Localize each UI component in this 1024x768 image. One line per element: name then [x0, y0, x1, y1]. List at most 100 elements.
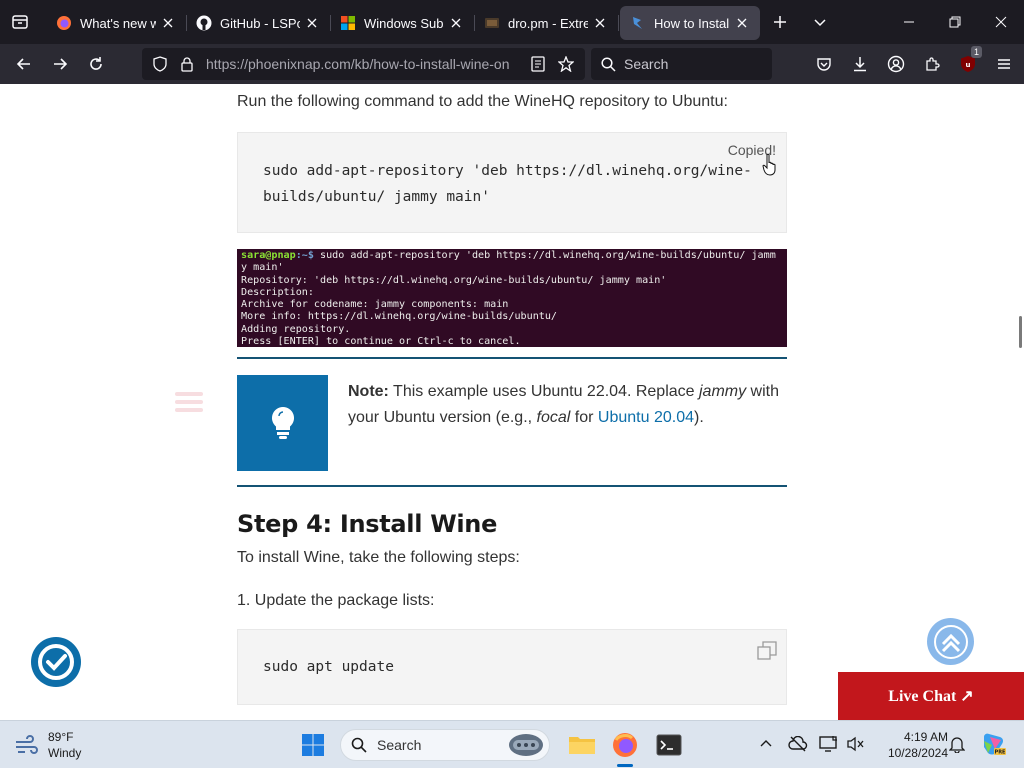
live-chat-button[interactable]: Live Chat ↗: [838, 672, 1024, 720]
minimize-button[interactable]: [886, 0, 932, 44]
tab-whats-new[interactable]: What's new with: [46, 6, 187, 40]
extensions-button[interactable]: [914, 48, 950, 80]
search-highlight-icon: [509, 734, 543, 756]
notifications-button[interactable]: [946, 733, 968, 755]
firefox-view-button[interactable]: [0, 0, 40, 44]
close-icon[interactable]: [160, 15, 176, 31]
puzzle-icon: [926, 57, 940, 71]
weather-widget[interactable]: 89°F Windy: [14, 729, 81, 761]
search-bar[interactable]: Search: [591, 48, 772, 80]
bell-icon: [949, 737, 965, 753]
double-chevron-up-icon: [933, 624, 968, 659]
tracking-protection-icon[interactable]: [146, 56, 174, 72]
account-button[interactable]: [878, 48, 914, 80]
back-arrow-icon: [16, 58, 30, 70]
firefox-view-icon: [12, 15, 28, 29]
pocket-button[interactable]: [806, 48, 842, 80]
url-text[interactable]: https://phoenixnap.com/kb/how-to-install…: [206, 56, 518, 72]
note-fragment: This example uses Ubuntu 22.04. Replace: [388, 383, 699, 400]
code-text[interactable]: sudo add-apt-repository 'deb https://dl.…: [263, 158, 752, 210]
tab-how-to-install-wine[interactable]: How to Install W: [620, 6, 760, 40]
new-tab-button[interactable]: [760, 0, 800, 44]
code-line[interactable]: sudo apt update: [263, 654, 394, 680]
scroll-to-top-button[interactable]: [927, 618, 974, 665]
taskbar-search[interactable]: Search: [340, 729, 550, 761]
terminal-taskbar-button[interactable]: [651, 727, 687, 763]
tab-title: GitHub - LSPose: [220, 15, 300, 31]
file-explorer-button[interactable]: [564, 727, 600, 763]
url-domain: https://phoenixnap.com: [206, 56, 351, 72]
close-icon[interactable]: [304, 15, 320, 31]
scrollbar-thumb[interactable]: [1019, 316, 1022, 348]
code-line: builds/ubuntu/ jammy main': [263, 189, 490, 205]
firefox-taskbar-button[interactable]: [607, 727, 643, 767]
reload-icon: [90, 57, 102, 70]
account-icon: [887, 55, 905, 73]
network-tray-icon[interactable]: [818, 733, 840, 755]
app-menu-button[interactable]: [986, 48, 1022, 80]
copilot-icon: PRE: [984, 733, 1006, 756]
close-icon[interactable]: [592, 15, 608, 31]
pocket-icon: [817, 58, 831, 71]
clock-time: 4:19 AM: [903, 730, 948, 744]
tab-title: dro.pm - Extrem: [508, 15, 588, 31]
list-all-tabs-button[interactable]: [800, 0, 840, 44]
terminal-line: Description:: [241, 286, 314, 298]
table-of-contents-toggle[interactable]: [175, 390, 205, 416]
reader-view-icon[interactable]: [524, 56, 552, 72]
close-window-button[interactable]: [978, 0, 1024, 44]
ubuntu-link[interactable]: Ubuntu 20.04: [598, 409, 694, 426]
start-button[interactable]: [295, 727, 331, 763]
show-hidden-icons-button[interactable]: [755, 733, 777, 755]
folder-icon: [569, 737, 595, 754]
copy-icon[interactable]: [757, 641, 777, 661]
page-viewport[interactable]: Run the following command to add the Win…: [0, 84, 1024, 720]
weather-temperature: 89°F: [48, 730, 74, 744]
terminal-icon: [656, 734, 682, 756]
note-fragment: ).: [693, 409, 704, 426]
svg-text:PRE: PRE: [995, 750, 1006, 756]
tab-windows-subsystem[interactable]: Windows Subsys: [330, 6, 475, 40]
code-block-apt-update[interactable]: sudo apt update: [237, 629, 787, 705]
ublock-button[interactable]: u 1: [950, 46, 986, 80]
bookmark-star-icon[interactable]: [552, 56, 580, 72]
tab-strip: What's new with GitHub - LSPose Windows …: [0, 0, 1024, 44]
cursor-hand-icon: [762, 153, 776, 176]
forward-button[interactable]: [42, 48, 78, 80]
chevron-up-icon: [760, 740, 772, 747]
dro-pm-icon: [485, 18, 499, 28]
downloads-button[interactable]: [842, 48, 878, 80]
close-icon[interactable]: [448, 15, 464, 31]
reload-button[interactable]: [78, 48, 114, 80]
lightbulb-icon: [271, 407, 294, 439]
terminal-screenshot: sara@pnap:~$ sudo add-apt-repository 'de…: [237, 249, 787, 347]
download-icon: [854, 57, 866, 72]
step-1-text: 1. Update the package lists:: [237, 592, 435, 609]
close-icon[interactable]: [734, 15, 750, 31]
terminal-line: Repository: 'deb https://dl.winehq.org/w…: [241, 274, 667, 286]
address-bar[interactable]: https://phoenixnap.com/kb/how-to-install…: [142, 48, 585, 80]
volume-tray-icon[interactable]: [845, 733, 867, 755]
tab-github[interactable]: GitHub - LSPose: [186, 6, 331, 40]
clock-date: 10/28/2024: [887, 746, 948, 760]
note-text: Note: This example uses Ubuntu 22.04. Re…: [348, 379, 783, 431]
onedrive-tray-icon[interactable]: [787, 733, 809, 755]
system-clock[interactable]: 4:19 AM 10/28/2024: [872, 729, 948, 761]
section-heading: Step 4: Install Wine: [237, 510, 498, 538]
back-button[interactable]: [6, 48, 42, 80]
restore-button[interactable]: [932, 0, 978, 44]
taskbar-search-label: Search: [377, 737, 422, 753]
tab-title: What's new with: [80, 15, 156, 31]
terminal-line: More info: https://dl.winehq.org/wine-bu…: [241, 311, 558, 323]
close-icon: [995, 16, 1007, 28]
phoenixnap-icon: [633, 17, 642, 29]
code-block-add-repository[interactable]: sudo add-apt-repository 'deb https://dl.…: [237, 132, 787, 233]
tab-dro-pm[interactable]: dro.pm - Extrem: [474, 6, 619, 40]
note-label: Note:: [348, 383, 389, 400]
terminal-line: sudo add-apt-repository 'deb https://dl.…: [313, 250, 776, 261]
lock-icon[interactable]: [174, 56, 200, 72]
note-emphasis: focal: [536, 409, 571, 426]
accessibility-widget-button[interactable]: [31, 637, 81, 687]
copilot-button[interactable]: PRE: [980, 731, 1006, 757]
paragraph-steps-intro: To install Wine, take the following step…: [237, 549, 520, 566]
